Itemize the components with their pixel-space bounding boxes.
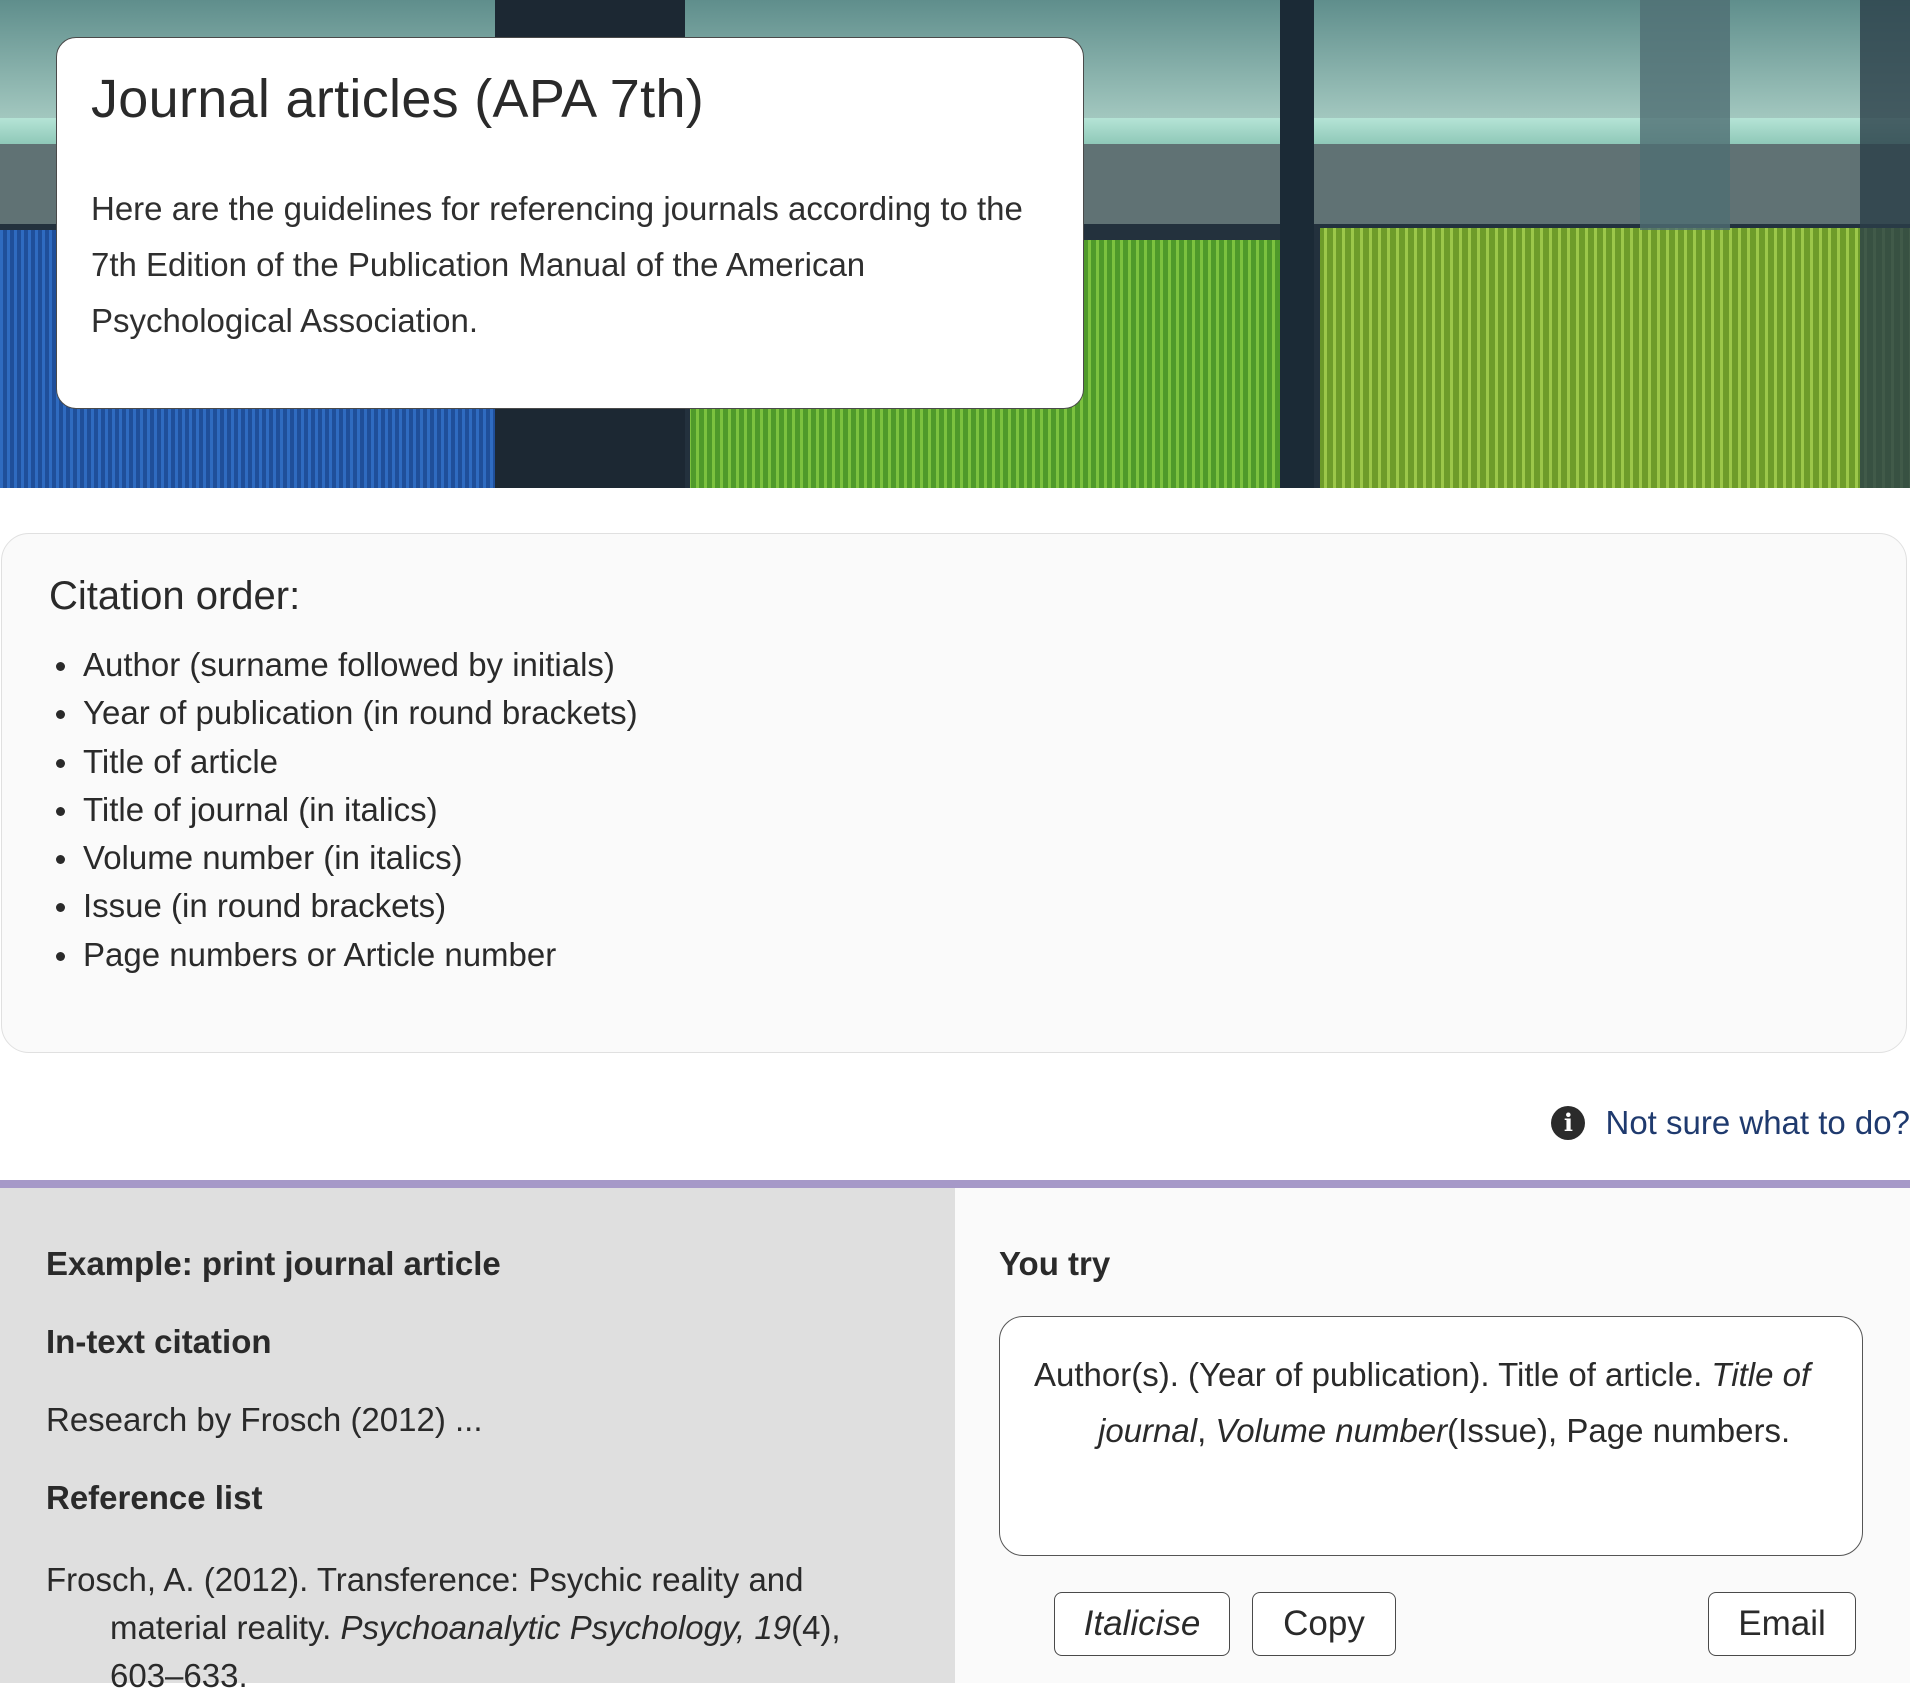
example-panel: Example: print journal article In-text c… (0, 1188, 955, 1694)
list-item: Author (surname followed by initials) (49, 641, 1859, 689)
info-icon: i (1551, 1106, 1586, 1140)
citation-order-panel: Citation order: Author (surname followed… (1, 533, 1907, 1053)
template-plain: Author(s). (Year of publication). Title … (1034, 1356, 1703, 1393)
help-link-label: Not sure what to do? (1605, 1104, 1910, 1141)
list-item: Title of article (49, 738, 1859, 786)
list-item: Issue (in round brackets) (49, 882, 1859, 930)
try-panel: You try Author(s). (Year of publication)… (955, 1188, 1910, 1683)
list-item: Title of journal (in italics) (49, 786, 1859, 834)
list-item: Year of publication (in round brackets) (49, 689, 1859, 737)
copy-button[interactable]: Copy (1252, 1592, 1396, 1656)
try-actions: Italicise Copy Email (999, 1592, 1866, 1656)
hero-banner: Journal articles (APA 7th) Here are the … (0, 0, 1910, 488)
citation-order-heading: Citation order: (49, 574, 301, 618)
italicise-button[interactable]: Italicise (1054, 1592, 1230, 1656)
list-item: Volume number (in italics) (49, 834, 1859, 882)
template-volume: Volume number (1215, 1412, 1448, 1449)
reference-list-heading: Reference list (46, 1479, 263, 1516)
help-link[interactable]: i Not sure what to do? (1551, 1099, 1910, 1147)
reference-list-example: Frosch, A. (2012). Transference: Psychic… (46, 1556, 910, 1700)
reference-journal: Psychoanalytic Psychology, 19 (340, 1609, 792, 1646)
citation-template[interactable]: Author(s). (Year of publication). Title … (1034, 1347, 1888, 1459)
page-description: Here are the guidelines for referencing … (91, 190, 1023, 340)
section-divider (0, 1180, 1910, 1188)
email-button[interactable]: Email (1708, 1592, 1856, 1656)
example-heading: Example: print journal article (46, 1245, 501, 1282)
template-separator: , (1197, 1412, 1207, 1449)
in-text-citation-example: Research by Frosch (2012) ... (46, 1401, 483, 1438)
citation-order-list: Author (surname followed by initials) Ye… (49, 641, 1859, 979)
hero-card: Journal articles (APA 7th) Here are the … (56, 37, 1084, 409)
citation-editor[interactable]: Author(s). (Year of publication). Title … (999, 1316, 1863, 1556)
try-heading: You try (999, 1245, 1111, 1282)
list-item: Page numbers or Article number (49, 931, 1859, 979)
template-tail: (Issue), Page numbers. (1447, 1412, 1791, 1449)
in-text-citation-heading: In-text citation (46, 1323, 272, 1360)
page-title: Journal articles (APA 7th) (91, 69, 705, 129)
